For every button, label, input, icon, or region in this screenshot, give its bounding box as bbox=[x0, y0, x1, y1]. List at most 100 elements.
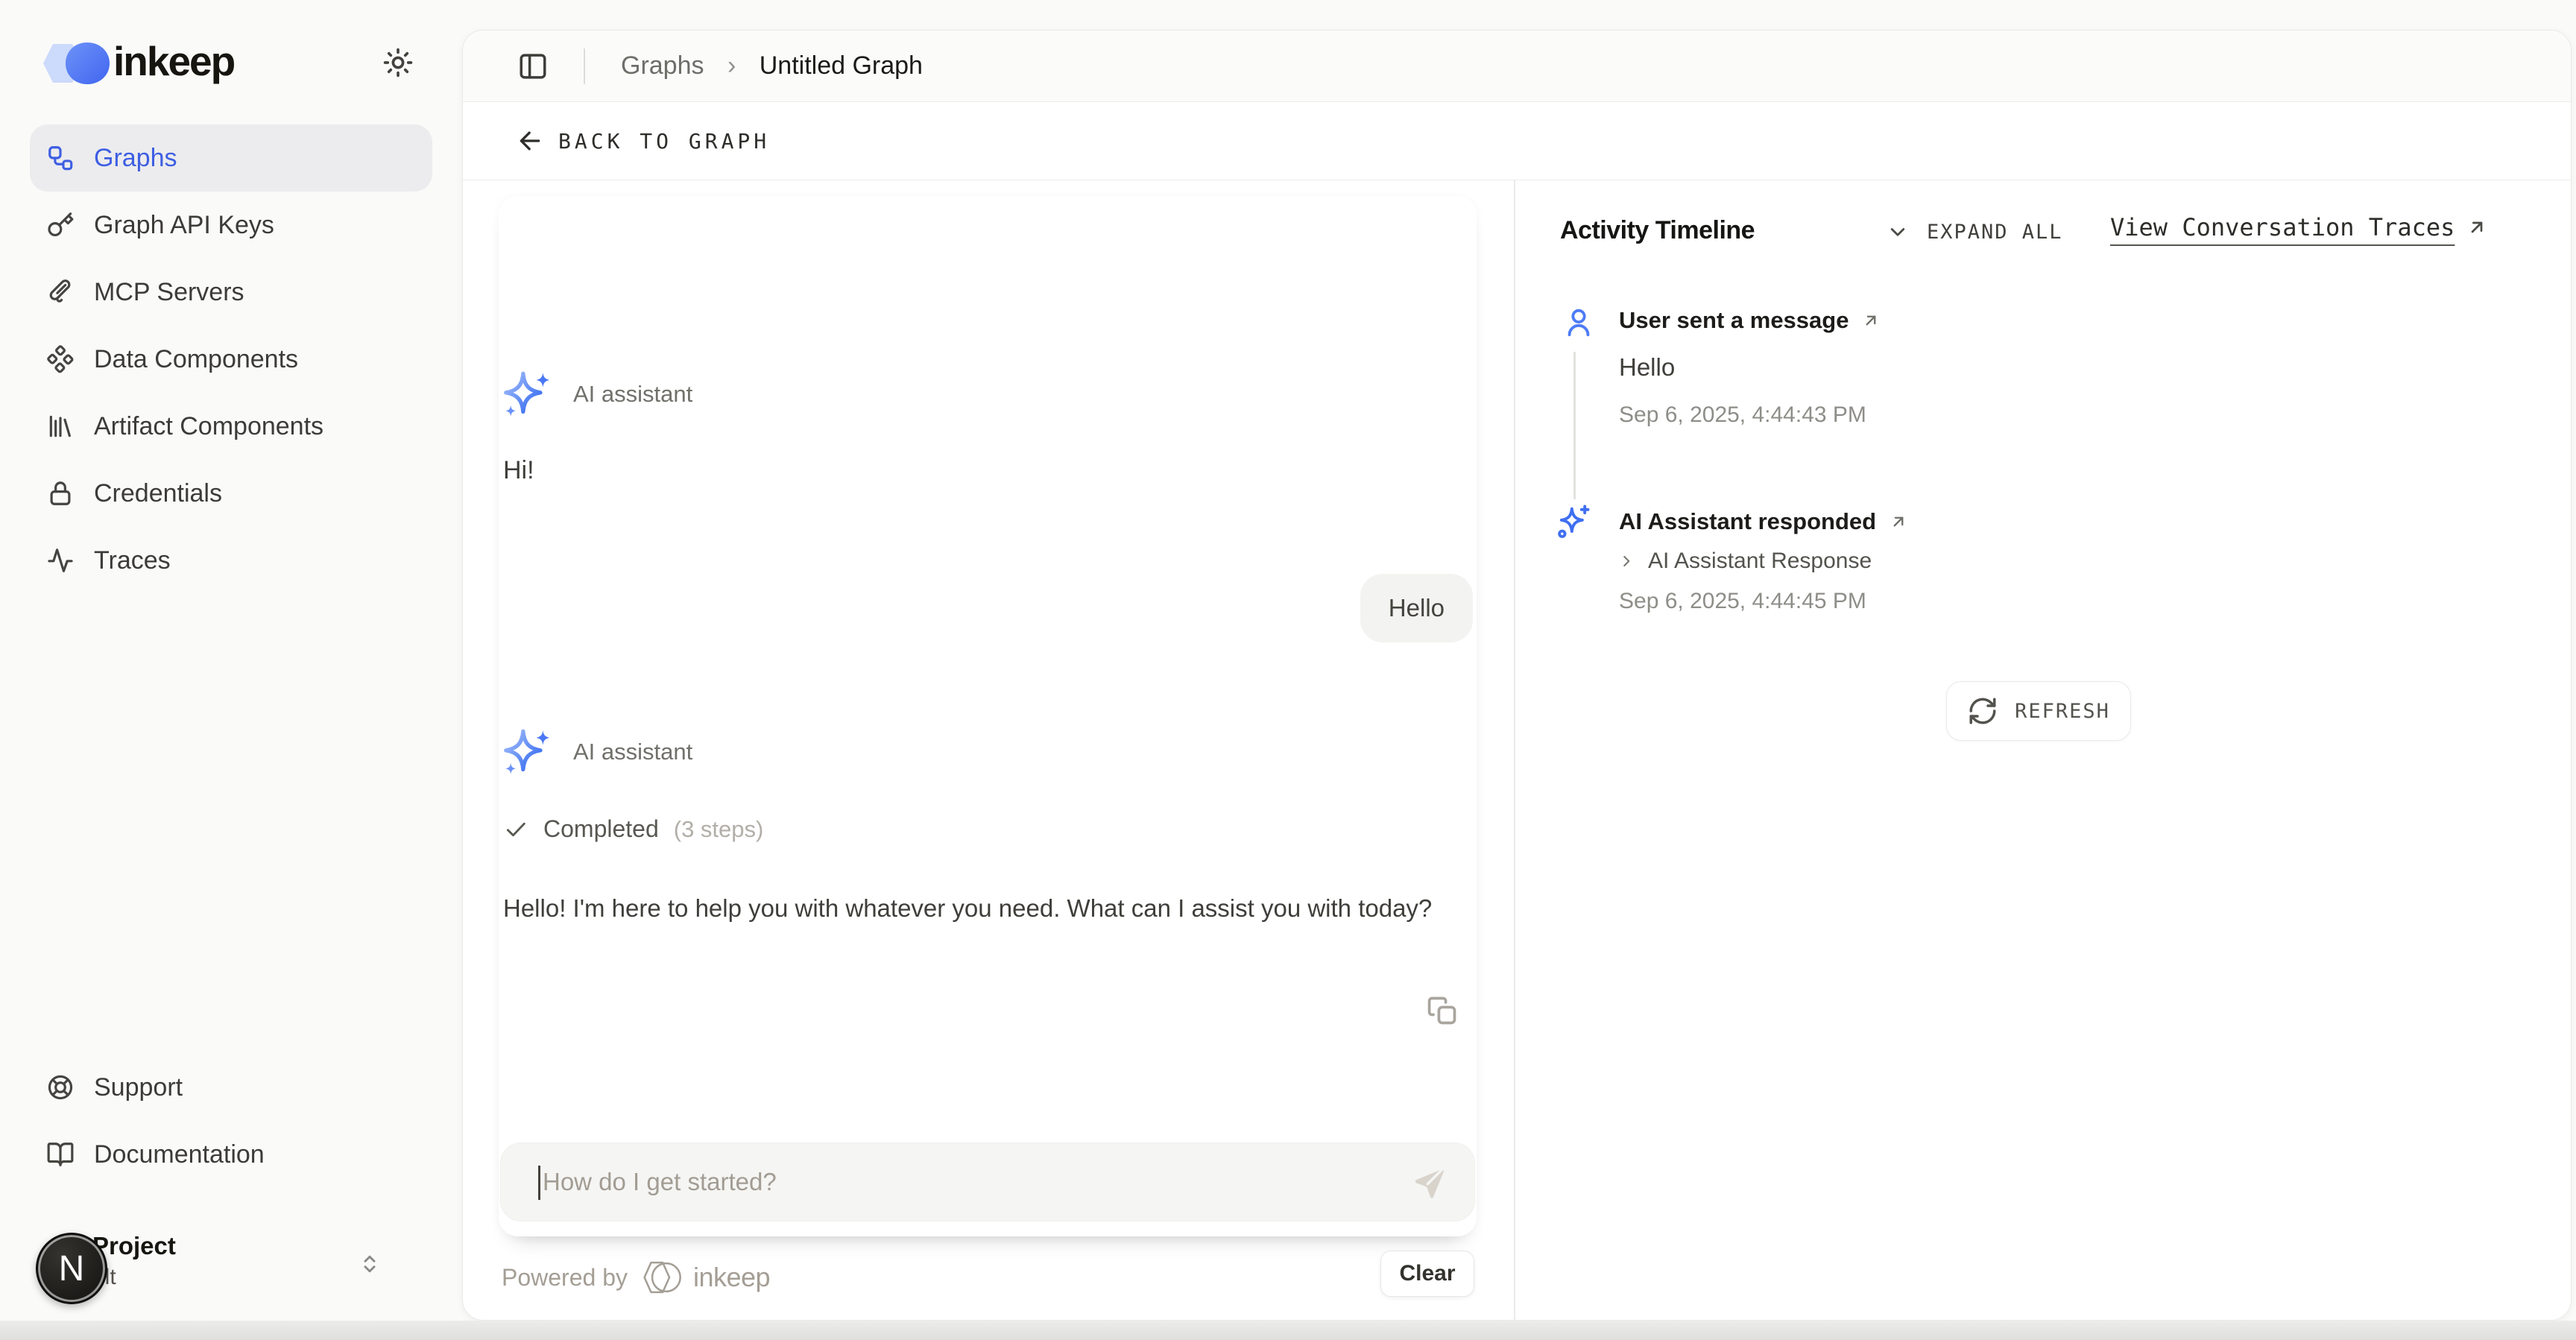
sidebar-item-traces[interactable]: Traces bbox=[30, 527, 432, 594]
inkeep-outline-logo-icon bbox=[640, 1260, 681, 1295]
key-icon bbox=[46, 211, 75, 239]
back-to-graph-label: BACK TO GRAPH bbox=[558, 129, 770, 154]
event-timestamp: Sep 6, 2025, 4:44:43 PM bbox=[1619, 402, 1866, 428]
powered-by-label: Powered by bbox=[502, 1264, 628, 1292]
user-icon bbox=[1562, 306, 1596, 340]
mcp-icon bbox=[46, 278, 75, 306]
arrow-up-right-icon bbox=[2465, 215, 2489, 239]
sidebar-item-support[interactable]: Support bbox=[30, 1054, 432, 1121]
timeline-event-title[interactable]: User sent a message bbox=[1619, 307, 1881, 334]
copy-button[interactable] bbox=[1424, 993, 1460, 1028]
sparkles-avatar-icon bbox=[500, 367, 555, 422]
breadcrumb-separator: › bbox=[727, 51, 736, 80]
assistant-message-header: AI assistant bbox=[500, 367, 692, 422]
timeline-event-title[interactable]: AI Assistant responded bbox=[1619, 508, 1909, 535]
copy-icon bbox=[1426, 994, 1459, 1027]
sidebar-item-label: MCP Servers bbox=[94, 278, 244, 307]
chat-input[interactable] bbox=[541, 1143, 1361, 1221]
theme-toggle-button[interactable] bbox=[379, 43, 417, 82]
event-timestamp: Sep 6, 2025, 4:44:45 PM bbox=[1619, 589, 1866, 614]
main-panel: Graphs › Untitled Graph BACK TO GRAPH bbox=[462, 30, 2572, 1321]
header-divider bbox=[584, 48, 585, 84]
inkeep-logo-mark-icon bbox=[41, 42, 111, 85]
clear-button[interactable]: Clear bbox=[1380, 1251, 1474, 1297]
assistant-message-text: Hi! bbox=[503, 456, 534, 485]
event-title: User sent a message bbox=[1619, 307, 1849, 334]
status-steps: (3 steps) bbox=[674, 816, 764, 843]
send-button[interactable] bbox=[1410, 1164, 1448, 1201]
component-icon bbox=[46, 345, 75, 373]
top-header: Graphs › Untitled Graph bbox=[463, 31, 2571, 102]
chat-panel: AI assistant Hi! Hello AI assistant bbox=[463, 180, 1514, 1320]
sidebar-item-graph-api-keys[interactable]: Graph API Keys bbox=[30, 192, 432, 259]
lock-icon bbox=[46, 479, 75, 508]
refresh-label: REFRESH bbox=[2015, 700, 2110, 723]
sidebar-toggle-button[interactable] bbox=[515, 48, 551, 84]
content-area: AI assistant Hi! Hello AI assistant bbox=[463, 180, 2571, 1320]
chat-input-container bbox=[500, 1143, 1475, 1222]
chevron-right-icon bbox=[1617, 552, 1636, 571]
expand-all-button[interactable]: EXPAND ALL bbox=[1885, 219, 2063, 244]
clear-button-label: Clear bbox=[1399, 1261, 1455, 1286]
view-conversation-traces-link[interactable]: View Conversation Traces bbox=[2110, 213, 2489, 241]
event-detail-label: AI Assistant Response bbox=[1648, 549, 1872, 574]
sun-icon bbox=[382, 46, 414, 79]
breadcrumb-current: Untitled Graph bbox=[760, 51, 923, 80]
status-label: Completed bbox=[543, 815, 659, 843]
assistant-label: AI assistant bbox=[573, 739, 692, 765]
app-root: inkeep Graphs Gr bbox=[0, 0, 2576, 1340]
nextjs-n-logo: N bbox=[59, 1248, 85, 1289]
powered-by[interactable]: Powered by inkeep bbox=[502, 1260, 770, 1295]
sidebar: inkeep Graphs Gr bbox=[0, 0, 462, 1340]
panel-left-icon bbox=[517, 51, 549, 82]
sparkles-icon bbox=[1554, 502, 1593, 541]
event-title: AI Assistant responded bbox=[1619, 508, 1876, 535]
sidebar-item-label: Graphs bbox=[94, 144, 177, 173]
brand-wordmark: inkeep bbox=[113, 37, 234, 85]
assistant-message-text: Hello! I'm here to help you with whateve… bbox=[503, 888, 1487, 928]
assistant-message-header: AI assistant bbox=[500, 724, 692, 780]
sidebar-item-data-components[interactable]: Data Components bbox=[30, 326, 432, 393]
event-body: Hello bbox=[1619, 353, 1675, 382]
sidebar-item-label: Graph API Keys bbox=[94, 211, 274, 240]
refresh-button[interactable]: REFRESH bbox=[1946, 681, 2131, 741]
sidebar-item-label: Documentation bbox=[94, 1140, 265, 1169]
sidebar-item-label: Credentials bbox=[94, 479, 222, 508]
sidebar-item-artifact-components[interactable]: Artifact Components bbox=[30, 393, 432, 460]
workflow-icon bbox=[46, 144, 75, 172]
back-to-graph-button[interactable]: BACK TO GRAPH bbox=[463, 102, 2571, 180]
arrow-up-right-icon bbox=[1860, 310, 1881, 331]
nextjs-dev-badge[interactable]: N bbox=[36, 1233, 107, 1304]
library-icon bbox=[46, 412, 75, 440]
sidebar-item-label: Data Components bbox=[94, 345, 298, 374]
user-message-bubble: Hello bbox=[1360, 574, 1473, 642]
assistant-label: AI assistant bbox=[573, 381, 692, 408]
activity-timeline-panel: Activity Timeline EXPAND ALL View Conver… bbox=[1515, 180, 2571, 1320]
book-open-icon bbox=[46, 1140, 75, 1169]
sidebar-item-label: Artifact Components bbox=[94, 412, 323, 441]
sidebar-nav: Graphs Graph API Keys MCP Servers bbox=[30, 124, 432, 594]
project-switcher[interactable]: Project ult N bbox=[30, 1222, 432, 1312]
sidebar-item-credentials[interactable]: Credentials bbox=[30, 460, 432, 527]
chevron-down-icon bbox=[1885, 219, 1910, 244]
timeline-title: Activity Timeline bbox=[1560, 216, 1755, 245]
breadcrumb-parent[interactable]: Graphs bbox=[621, 51, 704, 80]
view-traces-label: View Conversation Traces bbox=[2110, 213, 2455, 241]
window-bottom-edge bbox=[0, 1321, 2576, 1340]
completion-status[interactable]: Completed (3 steps) bbox=[503, 815, 763, 843]
chat-widget bbox=[499, 196, 1477, 1236]
text-caret bbox=[538, 1166, 540, 1200]
breadcrumb: Graphs › Untitled Graph bbox=[621, 51, 923, 80]
sidebar-item-mcp-servers[interactable]: MCP Servers bbox=[30, 259, 432, 326]
sidebar-item-documentation[interactable]: Documentation bbox=[30, 1121, 432, 1188]
check-icon bbox=[503, 817, 528, 842]
chevrons-up-down-icon bbox=[356, 1251, 383, 1277]
refresh-icon bbox=[1967, 695, 1998, 727]
event-detail-toggle[interactable]: AI Assistant Response bbox=[1617, 549, 1872, 574]
sidebar-footer-nav: Support Documentation bbox=[30, 1054, 432, 1188]
powered-by-brand: inkeep bbox=[693, 1262, 770, 1293]
send-icon bbox=[1410, 1164, 1448, 1201]
sidebar-item-graphs[interactable]: Graphs bbox=[30, 124, 432, 192]
sidebar-item-label: Support bbox=[94, 1073, 183, 1102]
sparkles-avatar-icon bbox=[500, 724, 555, 780]
